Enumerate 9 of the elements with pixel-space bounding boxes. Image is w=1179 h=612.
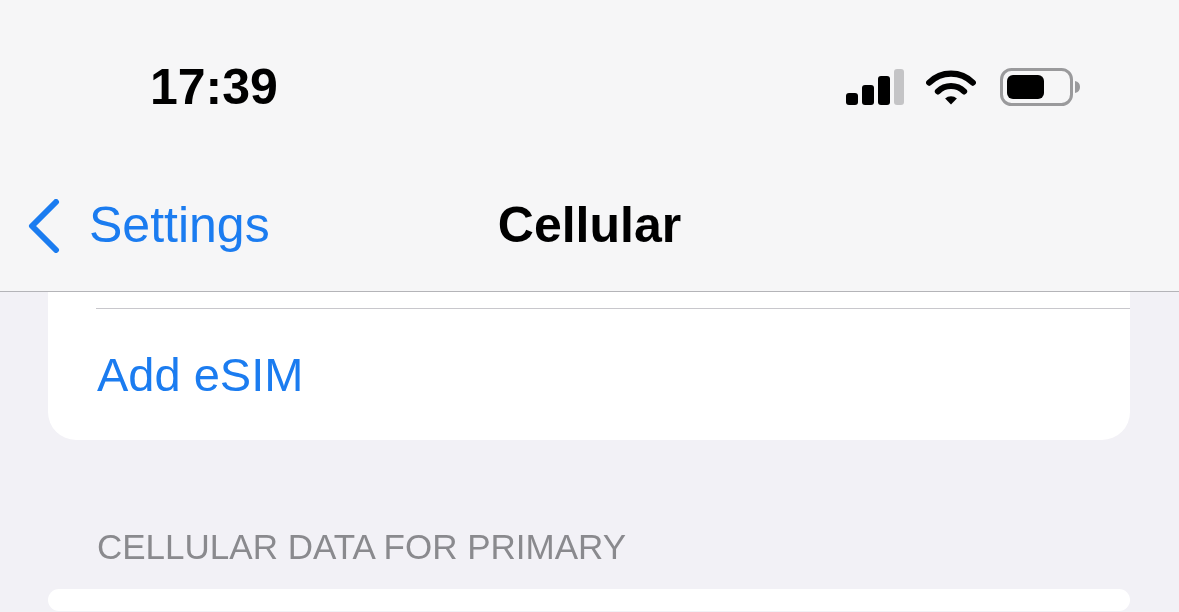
battery-icon [1000, 68, 1080, 106]
nav-title: Cellular [497, 196, 682, 255]
signal-icon [846, 69, 904, 105]
section-header: CELLULAR DATA FOR PRIMARY [96, 527, 628, 567]
wifi-icon [925, 69, 977, 105]
action-row[interactable]: Add eSIM [96, 308, 1130, 440]
back-button[interactable]: Settings [28, 196, 270, 255]
chevron-left-icon [28, 198, 60, 253]
status-time: 17:39 [150, 62, 278, 112]
